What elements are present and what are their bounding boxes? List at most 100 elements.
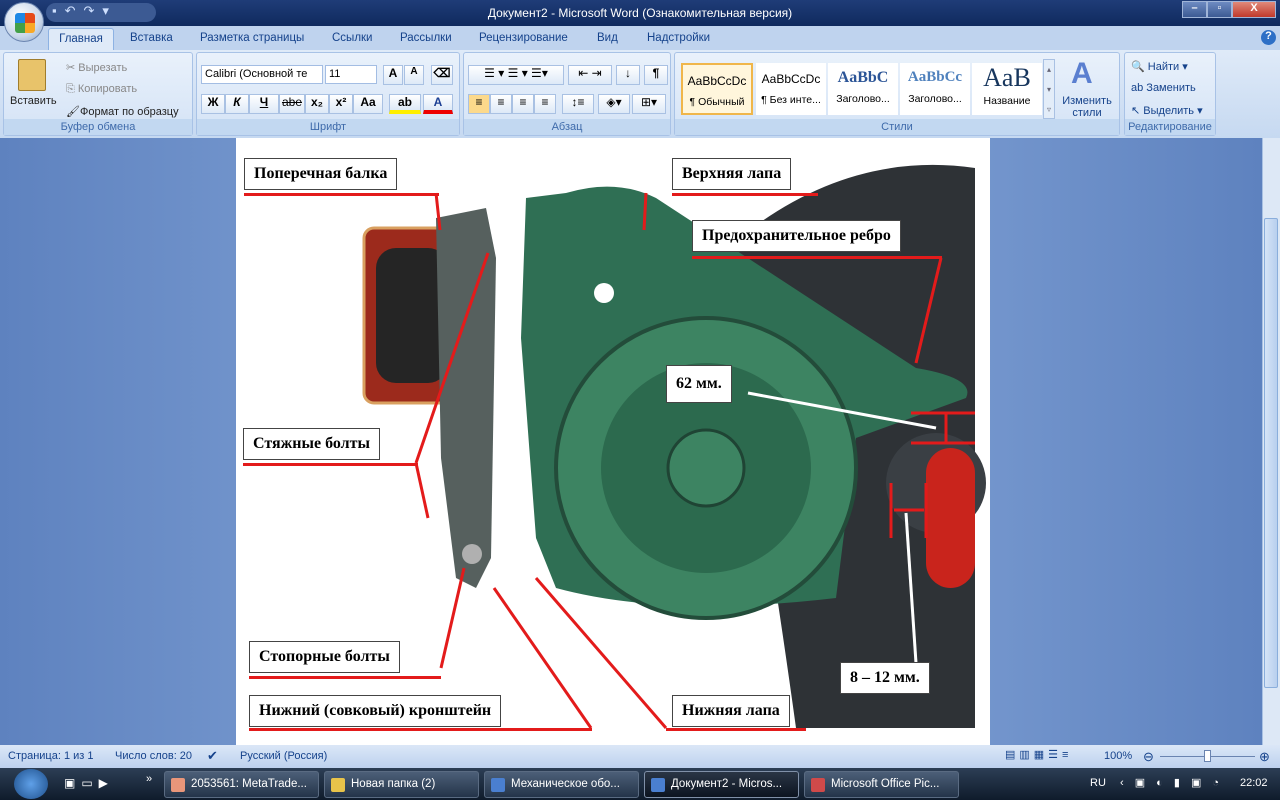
style-heading1[interactable]: AaBbC Заголово... — [828, 63, 898, 115]
line-spacing-icon[interactable]: ↕≡ — [562, 94, 594, 114]
label-cross-beam: Поперечная балка — [244, 158, 398, 190]
label-lower-paw: Нижняя лапа — [672, 695, 790, 727]
find-label: Найти — [1147, 61, 1180, 73]
group-paragraph: ☰ ▾ ☰ ▾ ☰▾ ⇤ ⇥ ↓ ¶ ≡ ≡ ≡ ≡ ↕≡ ◈▾ ⊞▾ Абза… — [463, 52, 671, 136]
tab-addins[interactable]: Надстройки — [647, 32, 710, 44]
change-case-button[interactable]: Aa — [353, 94, 383, 114]
zoom-slider-thumb[interactable] — [1204, 750, 1211, 762]
taskbar-item[interactable]: Новая папка (2) — [324, 771, 479, 798]
zoom-level[interactable]: 100% — [1104, 750, 1132, 762]
change-styles-button[interactable]: Изменить стили — [1059, 95, 1115, 119]
spellcheck-icon[interactable]: ✔ — [207, 748, 218, 764]
tab-page-layout[interactable]: Разметка страницы — [200, 32, 304, 44]
format-painter-button[interactable]: 🖌Формат по образцу — [66, 105, 179, 118]
label-dim-8-12: 8 – 12 мм. — [840, 662, 930, 694]
taskbar-label: 2053561: MetaTrade... — [191, 778, 307, 790]
chevron-icon[interactable]: » — [146, 773, 152, 785]
zoom-in-icon[interactable]: ⊕ — [1259, 749, 1270, 765]
replace-label: Заменить — [1146, 82, 1196, 94]
page-count[interactable]: Страница: 1 из 1 — [8, 750, 94, 762]
cut-button[interactable]: ✂ Вырезать — [66, 61, 127, 74]
font-name-input[interactable]: Calibri (Основной те — [201, 65, 323, 84]
language-indicator[interactable]: RU — [1090, 777, 1106, 789]
italic-button[interactable]: К — [225, 94, 249, 114]
underline — [249, 676, 441, 679]
taskbar-item[interactable]: 2053561: MetaTrade... — [164, 771, 319, 798]
label-lower-bracket: Нижний (совковый) кронштейн — [249, 695, 502, 727]
find-button[interactable]: 🔍 Найти ▾ — [1131, 60, 1188, 73]
strikethrough-button[interactable]: abe — [279, 94, 305, 114]
style-preview: AaBbCc — [907, 69, 963, 85]
word-count[interactable]: Число слов: 20 — [115, 750, 192, 762]
group-label: Стили — [675, 119, 1119, 135]
shrink-font-button[interactable]: A — [404, 65, 424, 85]
sort-icon[interactable]: ↓ — [616, 65, 640, 85]
superscript-button[interactable]: x² — [329, 94, 353, 114]
show-marks-button[interactable]: ¶ — [644, 65, 668, 85]
justify-icon[interactable]: ≡ — [534, 94, 556, 114]
font-size-input[interactable]: 11 — [325, 65, 377, 84]
tab-home[interactable]: Главная — [48, 28, 114, 50]
group-editing: 🔍 Найти ▾ ab Заменить ↖ Выделить ▾ Редак… — [1124, 52, 1216, 136]
zoom-out-icon[interactable]: ⊖ — [1143, 749, 1154, 765]
taskbar-item[interactable]: Microsoft Office Pic... — [804, 771, 959, 798]
format-painter-label: Формат по образцу — [79, 106, 179, 118]
indent-buttons[interactable]: ⇤ ⇥ — [568, 65, 612, 85]
taskbar-label: Механическое обо... — [511, 778, 620, 790]
tab-view[interactable]: Вид — [597, 32, 618, 44]
language[interactable]: Русский (Россия) — [240, 750, 327, 762]
office-button[interactable] — [4, 2, 44, 42]
list-buttons[interactable]: ☰ ▾ ☰ ▾ ☰▾ — [468, 65, 564, 85]
group-font: Calibri (Основной те 11 A A ⌫ Ж К Ч abe … — [196, 52, 460, 136]
grow-font-button[interactable]: A — [383, 65, 403, 85]
scrollbar-thumb[interactable] — [1264, 218, 1278, 688]
quick-launch[interactable]: ▣▭▶ — [64, 776, 114, 790]
minimize-button[interactable]: – — [1182, 1, 1207, 18]
underline-button[interactable]: Ч — [249, 94, 279, 114]
tab-review[interactable]: Рецензирование — [479, 32, 568, 44]
tab-mailings[interactable]: Рассылки — [400, 32, 452, 44]
window-title: Документ2 - Microsoft Word (Ознакомитель… — [487, 6, 793, 20]
style-name: Название — [983, 95, 1031, 107]
help-icon[interactable]: ? — [1261, 30, 1276, 45]
view-buttons[interactable]: ▤▥▦☰≡ — [1005, 748, 1097, 765]
taskbar-label: Новая папка (2) — [351, 778, 436, 790]
copy-button[interactable]: ⎘ Копировать — [66, 83, 137, 96]
highlight-icon[interactable]: ab — [389, 94, 421, 114]
style-no-spacing[interactable]: AaBbCcDc ¶ Без инте... — [756, 63, 826, 115]
borders-icon[interactable]: ⊞▾ — [632, 94, 666, 114]
style-normal[interactable]: AaBbCcDc ¶ Обычный — [681, 63, 753, 115]
align-right-icon[interactable]: ≡ — [512, 94, 534, 114]
bold-button[interactable]: Ж — [201, 94, 225, 114]
quick-access-toolbar[interactable]: ▪↶↷▾ — [46, 3, 156, 22]
copy-label: Копировать — [77, 83, 138, 95]
clear-format-icon[interactable]: ⌫ — [431, 65, 453, 85]
title-bar: Документ2 - Microsoft Word (Ознакомитель… — [0, 0, 1280, 26]
paste-button[interactable]: Вставить — [10, 95, 57, 107]
style-preview: AaBbC — [837, 69, 889, 86]
tab-insert[interactable]: Вставка — [130, 32, 173, 44]
font-color-icon[interactable]: A — [423, 94, 453, 114]
start-button[interactable] — [14, 769, 48, 799]
style-title[interactable]: AaB Название — [972, 63, 1042, 115]
tray-icons[interactable]: ‹ ▣ ◐ ▮ ▣ ◔ — [1120, 776, 1223, 789]
subscript-button[interactable]: x₂ — [305, 94, 329, 114]
tab-references[interactable]: Ссылки — [332, 32, 373, 44]
maximize-button[interactable]: ▫ — [1207, 1, 1232, 18]
align-center-icon[interactable]: ≡ — [490, 94, 512, 114]
clock[interactable]: 22:02 — [1240, 777, 1268, 789]
style-preview: AaB — [983, 63, 1031, 92]
close-button[interactable]: X — [1232, 1, 1276, 18]
label-tie-bolts: Стяжные болты — [243, 428, 380, 460]
document-page[interactable]: Поперечная балка Верхняя лапа Предохрани… — [236, 138, 990, 745]
taskbar-label: Документ2 - Micros... — [671, 778, 783, 790]
style-heading2[interactable]: AaBbCc Заголово... — [900, 63, 970, 115]
select-button[interactable]: ↖ Выделить ▾ — [1131, 104, 1203, 117]
taskbar-item[interactable]: Механическое обо... — [484, 771, 639, 798]
replace-button[interactable]: ab Заменить — [1131, 82, 1196, 94]
shading-icon[interactable]: ◈▾ — [598, 94, 630, 114]
taskbar-item-active[interactable]: Документ2 - Micros... — [644, 771, 799, 798]
underline — [243, 463, 418, 466]
styles-scroll[interactable]: ▴ ▾ ▿ — [1043, 59, 1055, 119]
align-left-icon[interactable]: ≡ — [468, 94, 490, 114]
